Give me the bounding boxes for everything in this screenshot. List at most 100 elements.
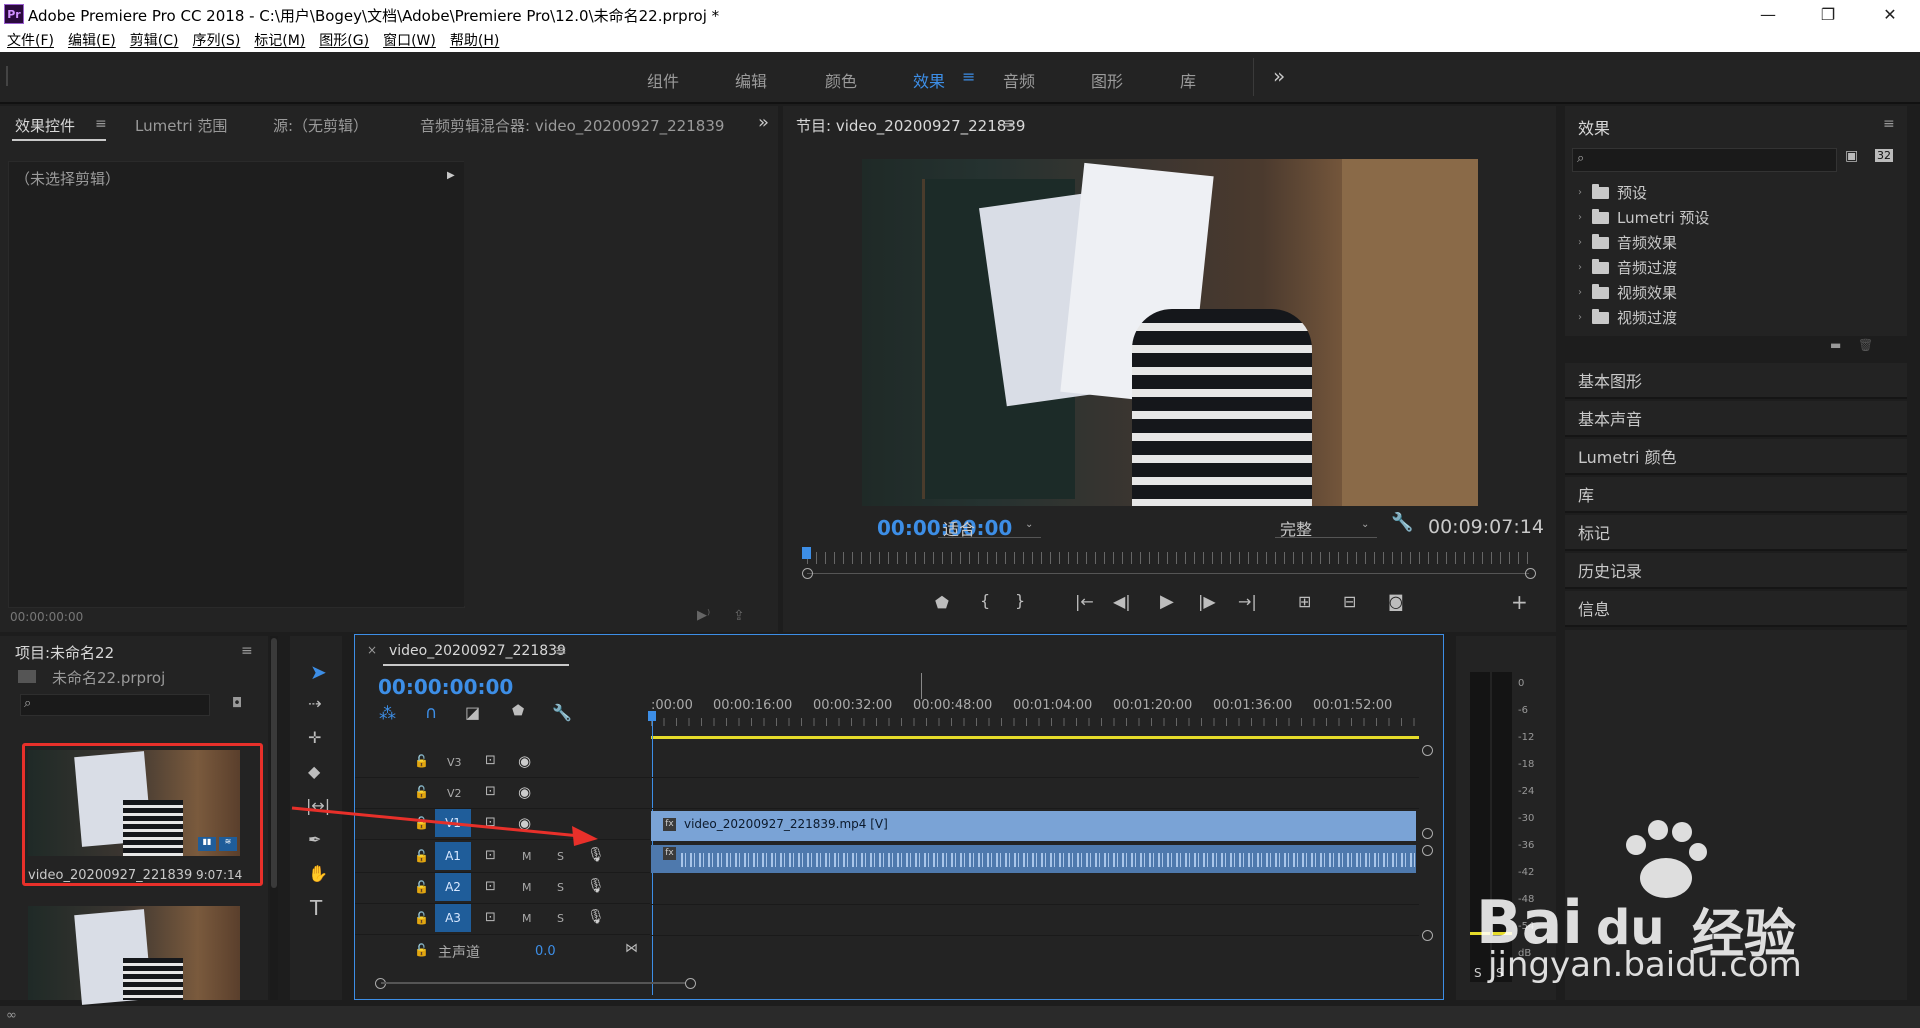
folder-video-transitions[interactable]: › 视频过渡	[1578, 305, 1677, 330]
tab-audio-clip-mixer[interactable]: 音频剪辑混合器: video_20200927_221839	[420, 115, 724, 136]
workspace-graphics[interactable]: 图形	[1091, 68, 1123, 92]
32bit-effects-icon[interactable]: 32	[1875, 149, 1893, 162]
tab-effect-controls[interactable]: 效果控件	[15, 115, 75, 136]
razor-tool-icon[interactable]: ◆	[308, 762, 320, 781]
find-icon[interactable]: ◘	[232, 696, 242, 711]
solo-button[interactable]: S	[557, 881, 564, 894]
go-to-in-button[interactable]: |←	[1075, 592, 1094, 611]
track-lane-v3[interactable]	[651, 747, 1419, 778]
minimize-button[interactable]: —	[1740, 0, 1796, 28]
timeline-ruler[interactable]: :00:00 00:00:16:00 00:00:32:00 00:00:48:…	[651, 690, 1419, 740]
section-essential-graphics[interactable]: 基本图形	[1565, 363, 1907, 399]
menu-edit[interactable]: 编辑(E)	[61, 30, 123, 50]
add-marker-button[interactable]: ⬟	[935, 593, 949, 612]
master-volume-value[interactable]: 0.0	[535, 944, 556, 959]
mute-button[interactable]: M	[522, 881, 532, 894]
project-scrollbar[interactable]	[270, 636, 278, 1000]
snap-magnet-icon[interactable]: ∩	[425, 703, 437, 723]
project-scroll-thumb[interactable]	[271, 638, 277, 888]
linked-selection-icon[interactable]: ◪	[465, 703, 480, 722]
lock-icon[interactable]: 🔓	[414, 911, 429, 925]
track-lane-a2[interactable]	[651, 874, 1419, 905]
workspace-assembly[interactable]: 组件	[647, 68, 679, 92]
master-toggle-icon[interactable]: ⋈	[625, 941, 638, 956]
timeline-tab[interactable]: video_20200927_221839	[389, 643, 566, 659]
hand-tool-icon[interactable]: ✋	[308, 864, 328, 883]
video-clip[interactable]: fx video_20200927_221839.mp4 [V]	[651, 811, 1416, 841]
ripple-edit-tool-icon[interactable]: ✛	[308, 728, 321, 747]
microphone-icon[interactable]: 🎙	[587, 909, 605, 925]
project-menu-icon[interactable]: ≡	[241, 643, 253, 659]
step-back-button[interactable]: ◀|	[1113, 592, 1131, 611]
workspace-color[interactable]: 颜色	[825, 68, 857, 92]
wrench-icon[interactable]: 🔧	[1391, 512, 1413, 533]
extract-button[interactable]: ⊟	[1343, 592, 1356, 611]
workspace-libraries[interactable]: 库	[1180, 68, 1196, 92]
mark-in-button[interactable]: {	[980, 591, 990, 610]
effects-panel-title[interactable]: 效果	[1578, 115, 1610, 139]
nest-toggle-icon[interactable]: ⁂	[379, 704, 396, 724]
sync-lock-icon[interactable]: ⊡	[485, 879, 496, 894]
play-button[interactable]: ▶	[1160, 591, 1174, 612]
lock-icon[interactable]: 🔓	[414, 754, 429, 768]
close-button[interactable]: ✕	[1862, 0, 1918, 28]
zoom-handle-right[interactable]	[1525, 568, 1536, 579]
panel-more-button[interactable]: »	[758, 112, 769, 133]
program-time-ruler[interactable]	[807, 552, 1529, 564]
eye-icon[interactable]: ◉	[518, 752, 531, 770]
lock-icon[interactable]: 🔓	[414, 943, 429, 957]
sync-lock-icon[interactable]: ⊡	[485, 910, 496, 925]
tab-source[interactable]: 源:（无剪辑）	[273, 115, 368, 136]
menu-help[interactable]: 帮助(H)	[443, 30, 506, 50]
restore-button[interactable]: ❐	[1800, 0, 1856, 28]
project-search-input[interactable]: ⌕	[20, 694, 210, 716]
export-icon[interactable]: ⇪	[733, 608, 745, 624]
fit-dropdown[interactable]: 适合 ⌄	[938, 513, 1041, 539]
folder-lumetri-presets[interactable]: › Lumetri 预设	[1578, 205, 1709, 230]
vzoom-handle[interactable]	[1422, 745, 1433, 756]
mute-button[interactable]: M	[522, 912, 532, 925]
section-lumetri-color[interactable]: Lumetri 颜色	[1565, 439, 1907, 475]
selection-tool-icon[interactable]: ➤	[310, 660, 327, 684]
expand-arrow-icon[interactable]: ▶	[447, 170, 455, 181]
workspace-audio[interactable]: 音频	[1003, 68, 1035, 92]
folder-audio-effects[interactable]: › 音频效果	[1578, 230, 1677, 255]
menu-window[interactable]: 窗口(W)	[376, 30, 443, 50]
lift-button[interactable]: ⊞	[1298, 592, 1311, 611]
vzoom-handle[interactable]	[1422, 845, 1433, 856]
step-forward-button[interactable]: |▶	[1198, 592, 1216, 611]
quality-dropdown[interactable]: 完整 ⌄	[1275, 513, 1377, 539]
vzoom-handle[interactable]	[1422, 930, 1433, 941]
program-video-frame[interactable]	[862, 159, 1478, 506]
section-history[interactable]: 历史记录	[1565, 553, 1907, 589]
lock-icon[interactable]: 🔓	[414, 880, 429, 894]
menu-graphics[interactable]: 图形(G)	[312, 30, 376, 50]
menu-clip[interactable]: 剪辑(C)	[123, 30, 186, 50]
solo-button[interactable]: S	[557, 912, 564, 925]
program-playhead[interactable]	[802, 547, 811, 559]
go-to-out-button[interactable]: →|	[1238, 592, 1257, 611]
workspace-menu-icon[interactable]: ≡	[962, 67, 975, 86]
section-essential-sound[interactable]: 基本声音	[1565, 401, 1907, 437]
new-bin-accelerated-icon[interactable]: ▣	[1845, 148, 1858, 164]
folder-audio-transitions[interactable]: › 音频过渡	[1578, 255, 1677, 280]
button-editor-plus-icon[interactable]: +	[1511, 590, 1528, 614]
hzoom-handle-right[interactable]	[685, 978, 696, 989]
program-zoom-bar[interactable]	[807, 573, 1529, 574]
section-info[interactable]: 信息	[1565, 591, 1907, 627]
effects-menu-icon[interactable]: ≡	[1883, 116, 1895, 132]
effects-search-input[interactable]: ⌕	[1572, 148, 1837, 172]
program-monitor-title[interactable]: 节目: video_20200927_221839	[796, 115, 1025, 136]
hzoom-track[interactable]	[381, 982, 686, 984]
export-frame-camera-icon[interactable]: ◙	[1388, 592, 1404, 611]
track-select-tool-icon[interactable]: ⇢	[308, 694, 321, 713]
new-bin-folder-icon[interactable]: ▬	[1830, 338, 1841, 352]
tab-lumetri-scopes[interactable]: Lumetri 范围	[135, 115, 227, 136]
menu-file[interactable]: 文件(F)	[0, 30, 61, 50]
audio-clip[interactable]: fx	[651, 845, 1416, 873]
section-libraries[interactable]: 库	[1565, 477, 1907, 513]
creative-cloud-icon[interactable]: ∞	[6, 1008, 17, 1023]
workspace-effects[interactable]: 效果	[913, 68, 945, 92]
close-tab-icon[interactable]: ×	[367, 643, 377, 657]
program-menu-icon[interactable]: ≡	[1003, 116, 1015, 132]
